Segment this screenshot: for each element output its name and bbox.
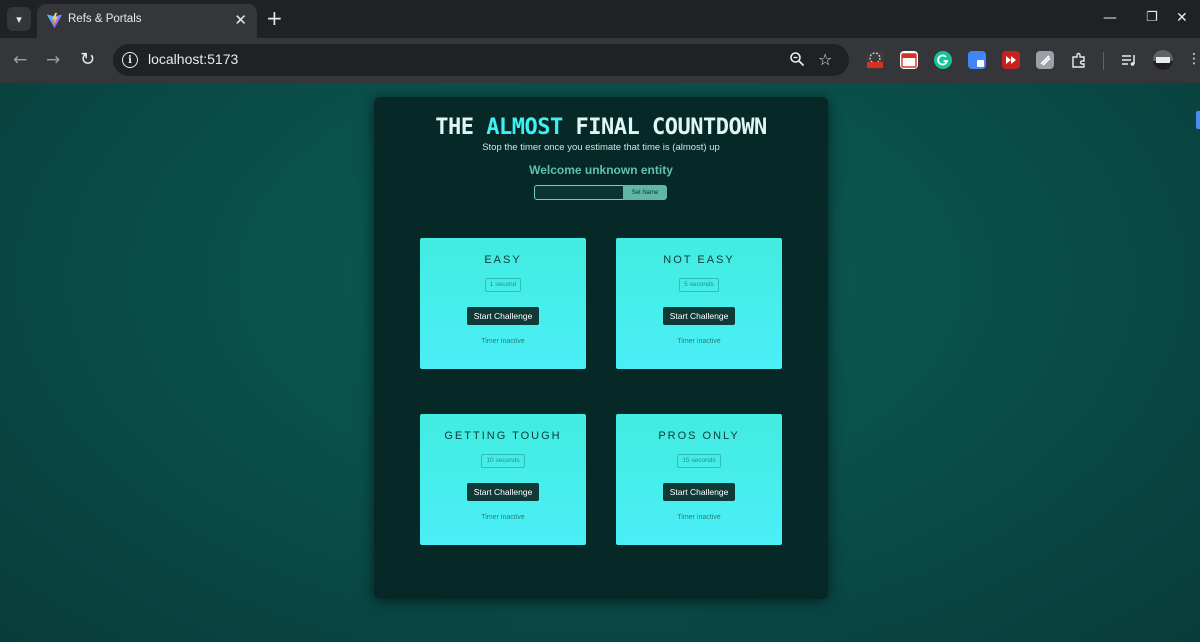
timer-status: Timer inactive [481,338,525,345]
timer-status: Timer inactive [677,338,721,345]
welcome-text: Welcome unknown entity [529,163,673,177]
title-end: FINAL COUNTDOWN [562,115,768,140]
challenge-title: GETTING TOUGH [444,430,562,442]
start-challenge-button[interactable]: Start Challenge [662,307,736,325]
minimize-icon[interactable]: — [1103,8,1117,28]
page-viewport: THE ALMOST FINAL COUNTDOWN Stop the time… [0,83,1200,642]
url-text[interactable]: localhost:5173 [148,51,238,67]
player-name-input[interactable] [534,185,624,200]
tab-bar: ▾ Refs & Portals ✕ + — ❐ ✕ [0,0,1200,38]
extension-off-icon[interactable] [866,51,884,69]
scroll-marker [1196,111,1200,129]
reload-icon[interactable]: ↻ [80,49,95,71]
back-arrow-icon[interactable]: ← [13,49,27,71]
extensions-icon[interactable] [1070,51,1088,69]
browser-tab[interactable]: Refs & Portals ✕ [37,4,257,38]
menu-icon[interactable]: ⋮ [1187,51,1200,69]
close-icon[interactable]: ✕ [234,11,247,29]
extension-blue-icon[interactable] [968,51,986,69]
zoom-icon[interactable] [789,51,805,67]
grammarly-icon[interactable] [934,51,952,69]
timer-status: Timer inactive [677,514,721,521]
set-name-button[interactable]: Set Name [623,185,667,200]
vite-favicon [46,12,63,29]
duration-badge: 1 second [484,278,522,292]
challenge-card-easy: EASY 1 second Start Challenge Timer inac… [420,238,586,369]
window-close-icon[interactable]: ✕ [1176,8,1188,28]
profile-avatar[interactable] [1153,50,1173,70]
duration-badge: 10 seconds [481,454,525,468]
plus-icon[interactable]: + [266,7,283,29]
challenge-card-getting-tough: GETTING TOUGH 10 seconds Start Challenge… [420,414,586,545]
challenge-card-not-easy: NOT EASY 5 seconds Start Challenge Timer… [616,238,782,369]
challenge-title: PROS ONLY [658,430,740,442]
duration-badge: 15 seconds [677,454,721,468]
title-start: THE [435,115,487,140]
challenge-title: EASY [484,254,522,266]
page-title: THE ALMOST FINAL COUNTDOWN [374,115,828,140]
address-bar[interactable]: i localhost:5173 ☆ [113,44,849,76]
challenge-card-pros-only: PROS ONLY 15 seconds Start Challenge Tim… [616,414,782,545]
tab-list-icon[interactable]: ▾ [7,7,31,31]
app-panel: THE ALMOST FINAL COUNTDOWN Stop the time… [374,97,828,599]
title-accent: ALMOST [486,115,563,140]
toolbar-separator [1103,52,1104,70]
extension-red-icon[interactable] [1002,51,1020,69]
challenge-title: NOT EASY [663,254,735,266]
extension-calendar-icon[interactable] [900,51,918,69]
restore-icon[interactable]: ❐ [1146,8,1158,28]
star-icon[interactable]: ☆ [818,50,832,70]
timer-status: Timer inactive [481,514,525,521]
start-challenge-button[interactable]: Start Challenge [466,483,540,501]
page-subtitle: Stop the timer once you estimate that ti… [482,142,720,153]
extension-gray-icon[interactable] [1036,51,1054,69]
browser-toolbar: ← → ↻ i localhost:5173 ☆ ⋮ [0,38,1200,83]
forward-arrow-icon[interactable]: → [46,49,60,71]
tab-title: Refs & Portals [68,13,142,25]
start-challenge-button[interactable]: Start Challenge [662,483,736,501]
start-challenge-button[interactable]: Start Challenge [466,307,540,325]
media-icon[interactable] [1120,51,1138,69]
duration-badge: 5 seconds [679,278,719,292]
site-info-icon[interactable]: i [122,52,138,68]
